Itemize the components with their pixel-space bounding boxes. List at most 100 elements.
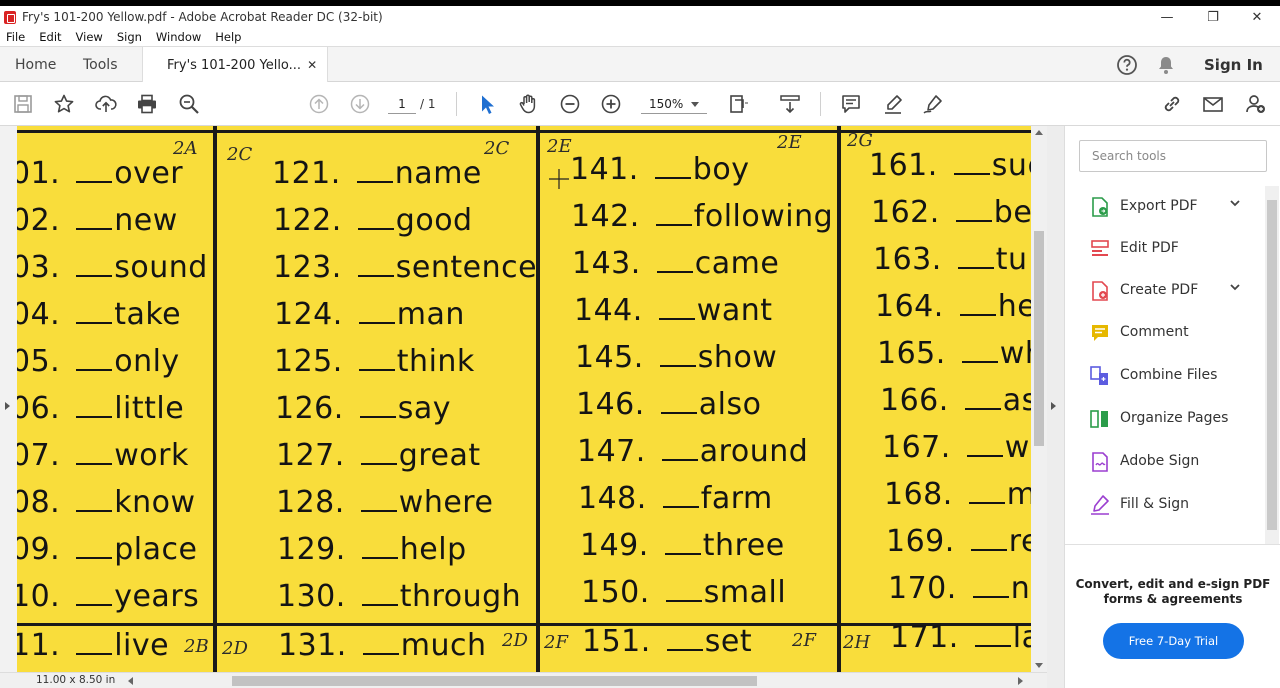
search-tools-input[interactable]: Search tools [1079, 140, 1267, 172]
share-link-icon[interactable] [1160, 92, 1184, 116]
scroll-up-icon[interactable] [1035, 130, 1043, 135]
word-text: re [1008, 524, 1031, 559]
notifications-bell-icon[interactable] [1157, 47, 1175, 82]
free-trial-button[interactable]: Free 7-Day Trial [1103, 623, 1244, 659]
menu-file[interactable]: File [6, 30, 25, 44]
answer-blank [953, 149, 990, 175]
tool-create-pdf[interactable]: Create PDF [1065, 270, 1265, 310]
chevron-down-icon[interactable] [1230, 282, 1240, 292]
maximize-button[interactable]: ❐ [1190, 6, 1236, 28]
tool-label: Organize Pages [1120, 410, 1229, 426]
scroll-left-icon[interactable] [128, 677, 133, 685]
answer-blank [357, 251, 394, 277]
zoom-level-value: 150% [649, 97, 684, 111]
hand-tool-icon[interactable] [516, 92, 540, 116]
tab-tools[interactable]: Tools [83, 47, 118, 82]
zoom-out-icon[interactable] [558, 92, 582, 116]
sign-pen-icon[interactable] [921, 92, 945, 116]
word-number: 161. [869, 148, 938, 183]
acrobat-app-icon [4, 10, 16, 24]
comment-icon[interactable] [839, 92, 863, 116]
minimize-button[interactable]: — [1144, 6, 1190, 28]
highlight-pen-icon[interactable] [881, 92, 905, 116]
horizontal-scroll-thumb[interactable] [232, 676, 757, 686]
word-number: 170. [888, 571, 957, 606]
tools-scrollbar[interactable] [1265, 186, 1279, 544]
word-text: live [114, 628, 170, 663]
help-icon[interactable] [1116, 47, 1138, 82]
next-page-icon[interactable] [348, 92, 372, 116]
word-text: farm [700, 481, 773, 516]
left-panel-toggle[interactable] [0, 126, 17, 672]
sign-in-button[interactable]: Sign In [1204, 47, 1263, 82]
word-entry: 151. set [582, 624, 752, 659]
answer-blank [76, 392, 113, 418]
tool-comment[interactable]: Comment [1065, 312, 1265, 352]
scroll-down-icon[interactable] [1035, 663, 1043, 668]
word-number: 129. [277, 532, 346, 567]
tool-fill-sign[interactable]: Fill & Sign [1065, 484, 1265, 524]
zoom-search-icon[interactable] [177, 92, 201, 116]
menu-help[interactable]: Help [215, 30, 241, 44]
tool-edit-pdf[interactable]: Edit PDF [1065, 228, 1265, 268]
word-number: 121. [272, 156, 341, 191]
menu-sign[interactable]: Sign [117, 30, 142, 44]
word-text: years [114, 579, 200, 614]
answer-blank [664, 529, 701, 555]
tools-scroll-thumb[interactable] [1267, 200, 1277, 530]
answer-blank [76, 204, 113, 230]
tab-home[interactable]: Home [15, 47, 56, 82]
tool-label: Edit PDF [1120, 240, 1179, 256]
previous-page-icon[interactable] [307, 92, 331, 116]
word-text: around [699, 434, 809, 469]
menu-bar: File Edit View Sign Window Help [0, 28, 1280, 46]
answer-blank [357, 204, 394, 230]
word-number: 07. [17, 438, 61, 473]
save-icon[interactable] [11, 92, 35, 116]
word-number: 125. [274, 344, 343, 379]
answer-blank [76, 629, 113, 655]
row-divider [17, 623, 1031, 626]
add-user-icon[interactable] [1243, 92, 1267, 116]
print-icon[interactable] [135, 92, 159, 116]
upload-cloud-icon[interactable] [94, 92, 118, 116]
answer-blank [666, 625, 703, 651]
tool-export-pdf[interactable]: Export PDF [1065, 186, 1265, 226]
answer-blank [972, 572, 1009, 598]
menu-edit[interactable]: Edit [39, 30, 61, 44]
tab-document[interactable]: Fry's 101-200 Yello... ✕ [142, 47, 329, 83]
page-number-input[interactable]: 1 [388, 94, 416, 114]
document-viewer[interactable]: 2A 2C 2C 2E 2E 2G 2B 2D 2D 2F 2F 2H 01. o… [0, 126, 1064, 688]
combine-files-icon [1090, 366, 1108, 385]
zoom-level-dropdown[interactable]: 150% [641, 94, 707, 114]
word-entry: 123. sentence [273, 250, 537, 285]
right-panel-toggle[interactable] [1047, 126, 1064, 688]
close-window-button[interactable]: ✕ [1234, 6, 1280, 28]
word-number: 145. [575, 340, 644, 375]
menu-window[interactable]: Window [156, 30, 201, 44]
tool-adobe-sign[interactable]: Adobe Sign [1065, 441, 1265, 481]
word-entry: 129. help [277, 532, 467, 567]
select-cursor-icon[interactable] [475, 92, 499, 116]
word-entry: 121. name [272, 156, 482, 191]
bookmark-star-icon[interactable] [52, 92, 76, 116]
scroll-right-icon[interactable] [1018, 677, 1023, 685]
email-icon[interactable] [1201, 92, 1225, 116]
word-text: lar [1012, 620, 1031, 655]
zoom-in-icon[interactable] [599, 92, 623, 116]
tool-organize-pages[interactable]: Organize Pages [1065, 398, 1265, 438]
word-number: 124. [274, 297, 343, 332]
chevron-down-icon[interactable] [1230, 198, 1240, 208]
tool-combine-files[interactable]: Combine Files [1065, 355, 1265, 395]
close-tab-icon[interactable]: ✕ [307, 58, 317, 72]
vertical-scroll-thumb[interactable] [1034, 231, 1044, 446]
answer-blank [76, 298, 113, 324]
page-fit-icon[interactable] [727, 92, 751, 116]
scroll-mode-icon[interactable] [778, 92, 802, 116]
word-entry: 09. place [17, 532, 197, 567]
menu-view[interactable]: View [76, 30, 103, 44]
word-text: tu [995, 242, 1028, 277]
adobe-sign-icon [1092, 452, 1108, 472]
vertical-scrollbar[interactable] [1031, 126, 1047, 672]
pdf-page[interactable]: 2A 2C 2C 2E 2E 2G 2B 2D 2D 2F 2F 2H 01. o… [17, 126, 1031, 672]
